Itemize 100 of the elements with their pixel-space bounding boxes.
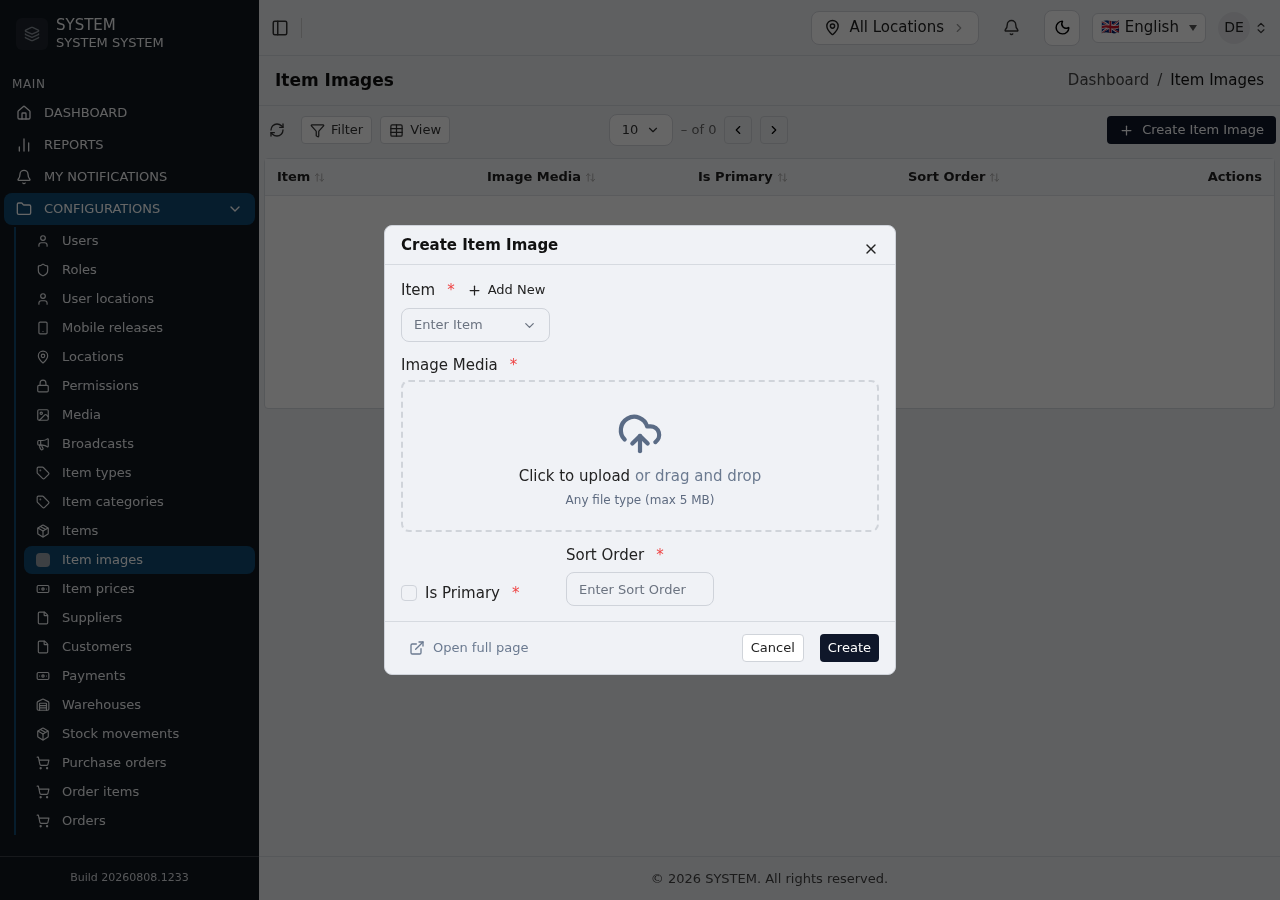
sort-order-input[interactable]: Enter Sort Order [566, 572, 714, 606]
image-icon [36, 408, 50, 422]
add-new-button[interactable]: Add New [466, 280, 546, 300]
lock-icon [36, 379, 50, 393]
sidebar-subitem[interactable]: Payments [24, 662, 255, 690]
required-mark: * [509, 354, 518, 376]
shield-icon [36, 263, 50, 277]
file-icon [36, 611, 50, 625]
bell-icon [16, 169, 32, 185]
sidebar-toggle-icon[interactable] [271, 18, 289, 37]
column-header[interactable]: Item [277, 167, 487, 187]
sidebar-subitem[interactable]: Items [24, 517, 255, 545]
megaphone-icon [36, 437, 50, 451]
column-header[interactable]: Is Primary [698, 167, 908, 187]
banknote-icon [36, 582, 50, 596]
cart-icon [36, 814, 50, 828]
dialog-title: Create Item Image [401, 234, 559, 256]
section-label: MAIN [11, 76, 47, 93]
is-primary-checkbox[interactable]: Is Primary * [401, 581, 526, 604]
plus-icon [1119, 122, 1135, 138]
sidebar-subitem[interactable]: Customers [24, 633, 255, 661]
column-header[interactable]: Image Media [487, 167, 698, 187]
create-button[interactable]: Create [819, 634, 879, 662]
upload-dropzone[interactable]: Click to upload or drag and drop Any file type (max 5 MB) [401, 380, 879, 532]
cart-icon [36, 785, 50, 799]
page-size-select[interactable]: 10 [608, 114, 673, 146]
sort-icon [314, 171, 326, 183]
sidebar-subitem[interactable]: Users [24, 227, 255, 255]
item-select[interactable]: Enter Item [401, 308, 550, 342]
map-pin-icon [824, 19, 842, 36]
upload-hint: Any file type (max 5 MB) [565, 492, 715, 510]
sidebar-subitem[interactable]: Warehouses [24, 691, 255, 719]
build-label: Build 20260808.1233 [70, 870, 189, 887]
sidebar-subitem[interactable]: Order items [24, 778, 255, 806]
copyright-text: © 2026 SYSTEM. All rights reserved. [650, 869, 889, 888]
upload-text: Click to upload or drag and drop [518, 465, 762, 487]
cancel-button[interactable]: Cancel [741, 634, 804, 662]
view-button[interactable]: View [380, 116, 451, 144]
open-full-page-link[interactable]: Open full page [401, 638, 537, 658]
field-label: Image Media [401, 354, 498, 376]
logo-icon [16, 17, 48, 50]
location-selector[interactable]: All Locations [811, 10, 979, 45]
plus-icon [466, 282, 482, 298]
sidebar-subitem[interactable]: Broadcasts [24, 430, 255, 458]
user-icon [36, 234, 50, 248]
page-range: – of 0 [680, 121, 717, 140]
user-avatar[interactable]: DE [1218, 11, 1250, 44]
column-header[interactable]: Actions [1108, 167, 1262, 187]
bar-chart-icon [16, 137, 32, 153]
create-button[interactable]: Create Item Image [1107, 116, 1276, 144]
sort-icon [585, 171, 597, 183]
breadcrumb-item: Item Images [1170, 70, 1264, 92]
external-link-icon [409, 640, 425, 656]
tag-icon [36, 466, 50, 480]
breadcrumb-item[interactable]: Dashboard [1067, 69, 1150, 92]
sidebar-item[interactable]: REPORTS [4, 129, 255, 161]
table-icon [389, 122, 405, 138]
sidebar-subitem[interactable]: Media [24, 401, 255, 429]
brand-title: SYSTEM [56, 16, 117, 35]
column-header[interactable]: Sort Order [908, 167, 1108, 187]
sidebar-item[interactable]: DASHBOARD [4, 97, 255, 129]
home-icon [16, 105, 32, 121]
sidebar-subitem[interactable]: Item prices [24, 575, 255, 603]
sidebar-subitem[interactable]: Roles [24, 256, 255, 284]
sidebar-subitem[interactable]: Purchase orders [24, 749, 255, 777]
sidebar-subitem[interactable]: Item types [24, 459, 255, 487]
filter-icon [310, 122, 325, 138]
field-label: Item [401, 279, 436, 301]
folder-icon [16, 201, 32, 217]
sidebar-subitem[interactable]: Suppliers [24, 604, 255, 632]
brand-subtitle: SYSTEM SYSTEM [56, 34, 164, 51]
field-label: Sort Order [566, 544, 645, 566]
sidebar-subitem[interactable]: Permissions [24, 372, 255, 400]
sidebar-subitem[interactable]: Orders [24, 807, 255, 835]
sidebar-subitem[interactable]: Item categories [24, 488, 255, 516]
warehouse-icon [36, 698, 50, 712]
sort-icon [776, 171, 788, 183]
banknote-icon [36, 669, 50, 683]
required-mark: * [656, 544, 664, 566]
box-icon [36, 524, 50, 538]
refresh-icon[interactable] [269, 122, 285, 138]
map-pin-icon [36, 350, 50, 364]
sidebar-item[interactable]: CONFIGURATIONS [4, 193, 255, 225]
sidebar-item[interactable]: MY NOTIFICATIONS [4, 161, 255, 193]
sidebar-subitem[interactable]: Item images [24, 546, 255, 574]
filter-button[interactable]: Filter [301, 116, 373, 144]
tag-icon [36, 495, 50, 509]
breadcrumb-separator: / [1157, 70, 1163, 92]
moon-icon [1053, 19, 1071, 36]
phone-icon [36, 321, 50, 335]
sidebar-subitem[interactable]: Mobile releases [24, 314, 255, 342]
page-title: Item Images [275, 68, 394, 92]
sidebar-subitem[interactable]: Locations [24, 343, 255, 371]
sidebar-subitem[interactable]: Stock movements [24, 720, 255, 748]
language-select[interactable]: 🇬🇧 English [1092, 12, 1206, 43]
theme-toggle-button[interactable] [1044, 9, 1080, 46]
sidebar-subitem[interactable]: User locations [24, 285, 255, 313]
bell-icon[interactable] [1003, 19, 1020, 36]
required-mark: * [447, 279, 455, 301]
box-icon [36, 727, 50, 741]
